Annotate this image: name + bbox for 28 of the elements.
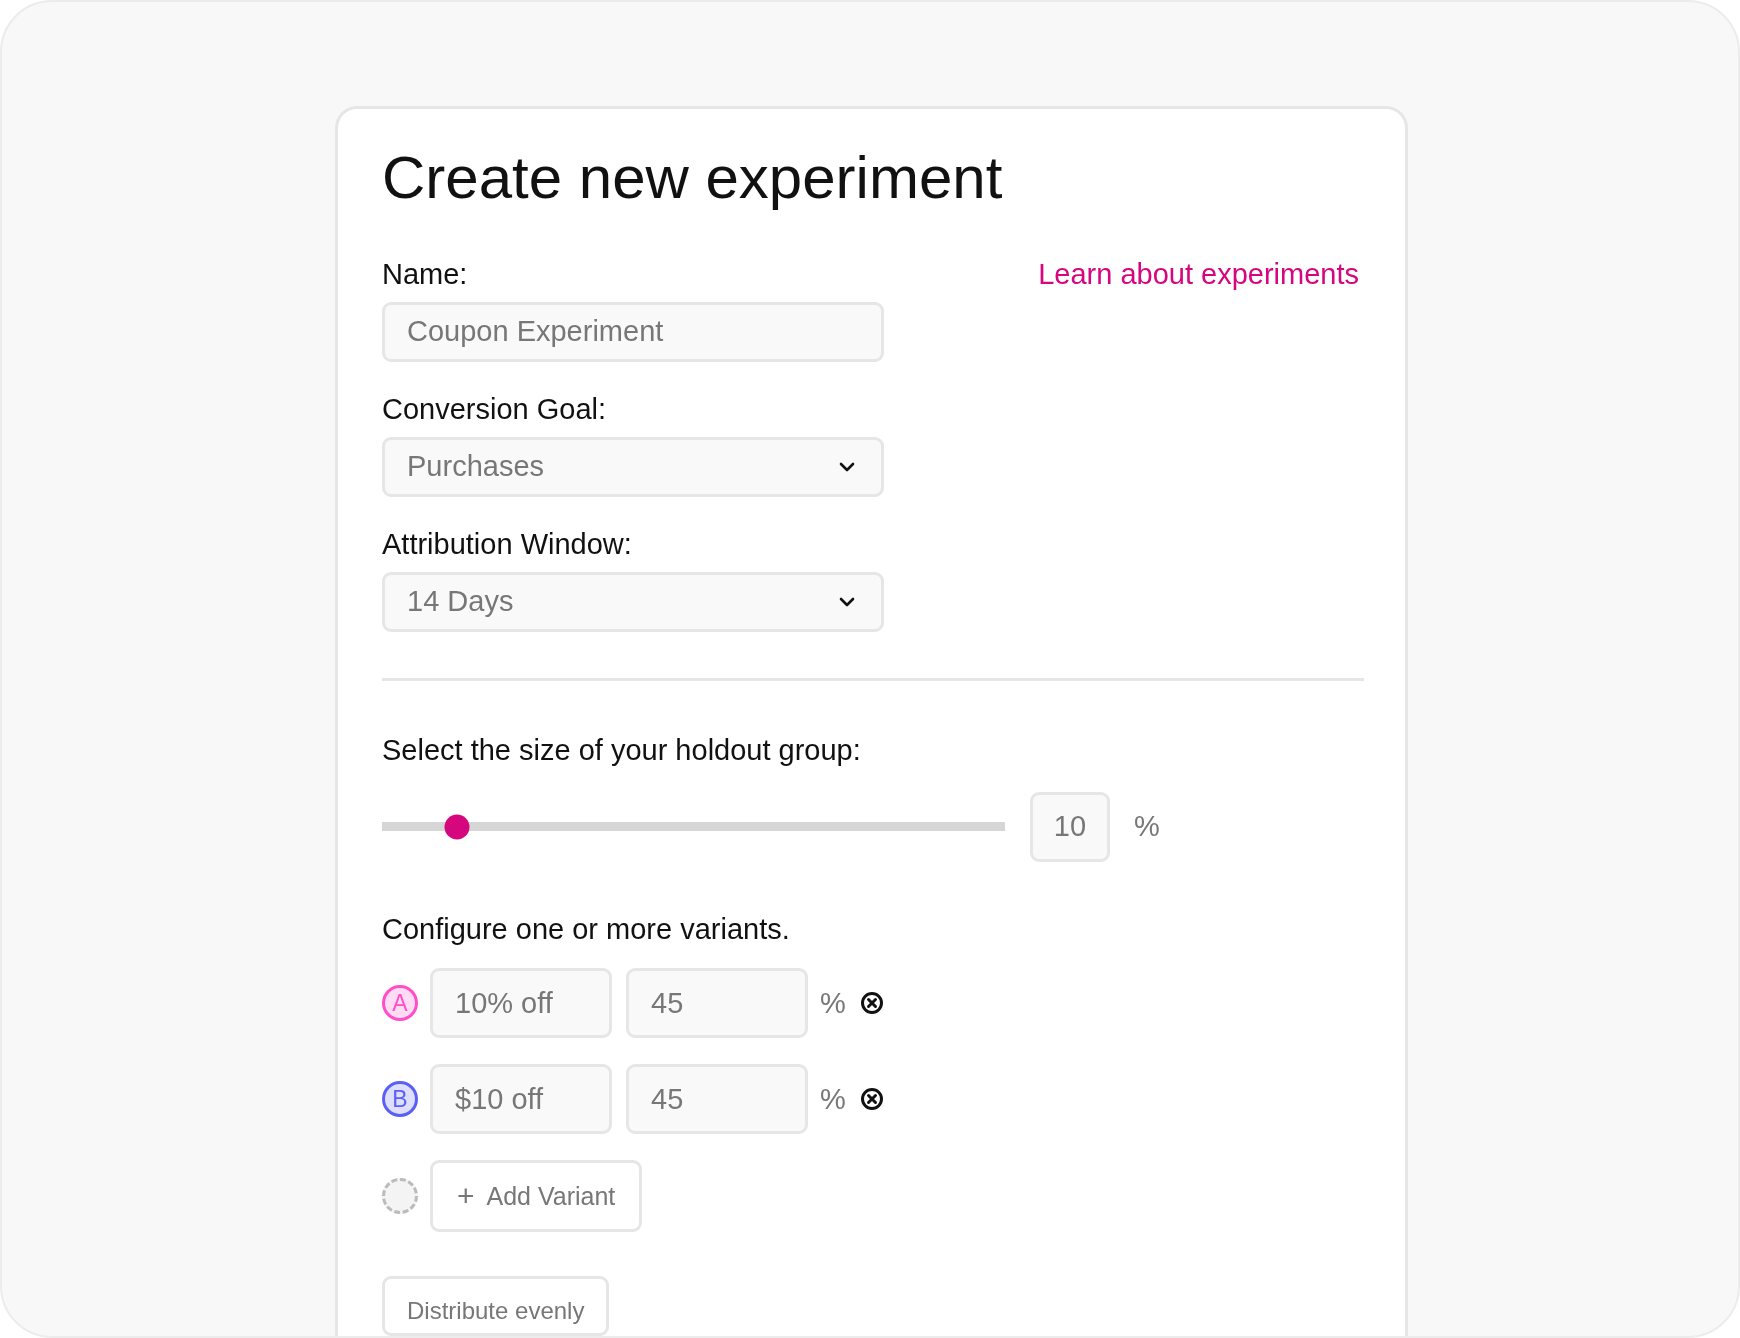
variants-label: Configure one or more variants. [382, 911, 791, 947]
page-title: Create new experiment [382, 145, 1004, 211]
percent-label: % [820, 1082, 846, 1116]
holdout-input[interactable]: 10 [1030, 791, 1110, 862]
distribute-button[interactable]: Distribute evenly [382, 1276, 610, 1336]
close-icon[interactable] [859, 991, 884, 1016]
add-variant-button[interactable]: + Add Variant [430, 1160, 643, 1233]
variant-name-input[interactable]: $10 off [430, 1064, 612, 1135]
select-field[interactable]: Purchases [382, 436, 884, 497]
field-label: Conversion Goal: [382, 391, 608, 427]
learn-link[interactable]: Learn about experiments [1038, 258, 1359, 291]
empty-badge-icon [382, 1178, 418, 1215]
chevron-down-icon [839, 461, 855, 472]
variant-name-input[interactable]: 10% off [430, 968, 612, 1039]
chevron-down-icon [839, 596, 855, 607]
percent-label: % [1134, 810, 1160, 844]
variant-badge: B [382, 1081, 418, 1118]
field-label: Attribution Window: [382, 526, 633, 562]
variant-badge: A [382, 985, 418, 1022]
select-field[interactable]: 14 Days [382, 571, 884, 632]
name-field[interactable]: Coupon Experiment [382, 301, 884, 362]
field-label: Name: [382, 257, 468, 292]
close-icon[interactable] [859, 1087, 884, 1112]
slider-thumb[interactable] [444, 814, 470, 840]
percent-label: % [820, 986, 846, 1020]
variant-share-input[interactable]: 45 [626, 1064, 808, 1135]
variant-share-input[interactable]: 45 [626, 968, 808, 1039]
holdout-label: Select the size of your holdout group: [382, 732, 862, 768]
